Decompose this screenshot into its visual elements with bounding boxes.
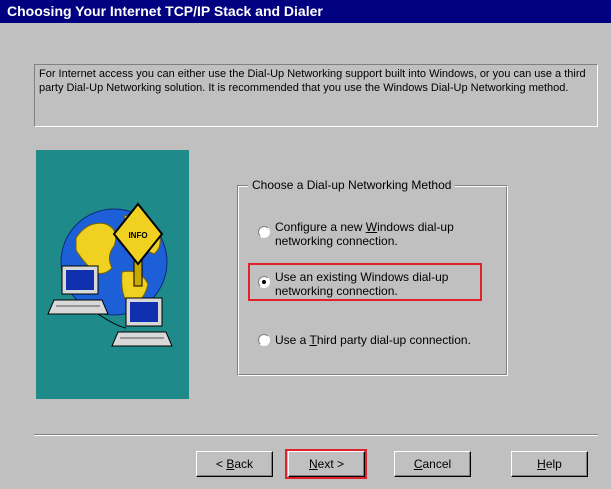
dialog-window: Choosing Your Internet TCP/IP Stack and … — [0, 0, 611, 489]
next-button[interactable]: Next > — [288, 451, 365, 477]
group-title: Choose a Dial-up Networking Method — [248, 178, 456, 192]
help-button[interactable]: Help — [511, 451, 588, 477]
radio-label: Configure a new Windows dial-up networki… — [275, 220, 454, 248]
radio-label: Use an existing Windows dial-up networki… — [275, 270, 449, 298]
separator — [34, 434, 598, 436]
network-illustration: INFO — [36, 150, 189, 399]
radio-label: Use a Third party dial-up connection. — [275, 333, 471, 347]
info-sign-text: INFO — [128, 231, 147, 240]
globe-computers-icon: INFO — [47, 202, 173, 347]
radio-button-selected[interactable] — [258, 276, 270, 288]
radio-button[interactable] — [258, 226, 270, 238]
intro-text: For Internet access you can either use t… — [34, 64, 598, 127]
radio-button[interactable] — [258, 334, 270, 346]
back-button[interactable]: < Back — [196, 451, 273, 477]
cancel-button[interactable]: Cancel — [394, 451, 471, 477]
radio-use-existing[interactable]: Use an existing Windows dial-up networki… — [258, 270, 478, 302]
radio-configure-new[interactable]: Configure a new Windows dial-up networki… — [258, 220, 498, 252]
radio-third-party[interactable]: Use a Third party dial-up connection. — [258, 333, 498, 349]
window-title: Choosing Your Internet TCP/IP Stack and … — [0, 0, 611, 23]
